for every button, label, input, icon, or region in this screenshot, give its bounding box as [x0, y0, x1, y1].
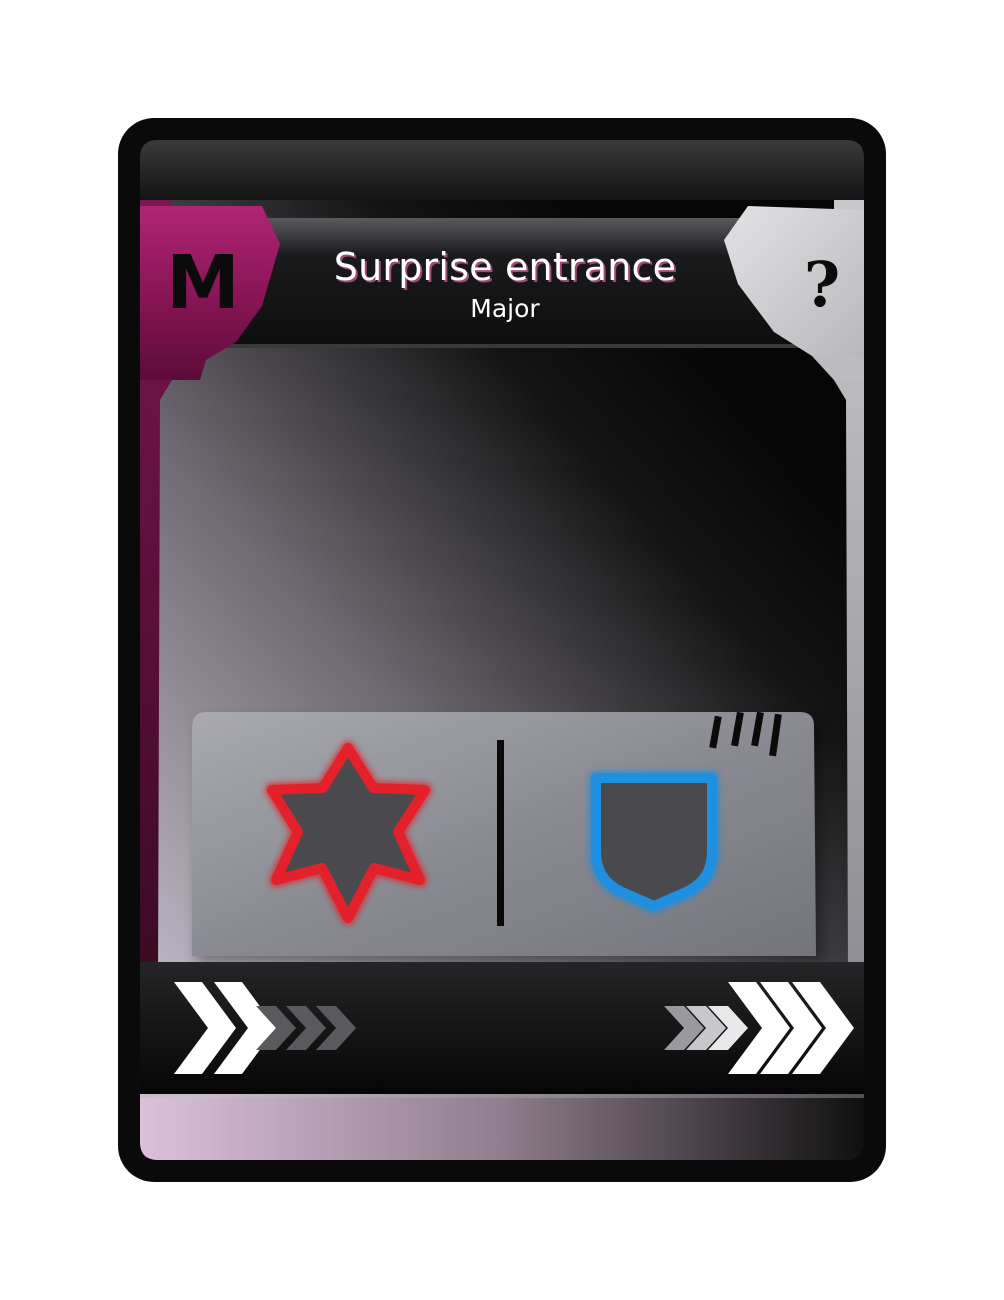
top-band	[140, 140, 864, 200]
cost-symbol: ?	[803, 248, 841, 321]
shield-icon	[589, 771, 719, 913]
card-artwork	[118, 118, 886, 1182]
card-title: Surprise entrance	[333, 245, 677, 289]
bottom-band	[140, 1098, 864, 1160]
rank-letter: M	[166, 240, 240, 326]
card-subtitle: Major	[470, 294, 540, 323]
stats-divider	[497, 740, 504, 926]
